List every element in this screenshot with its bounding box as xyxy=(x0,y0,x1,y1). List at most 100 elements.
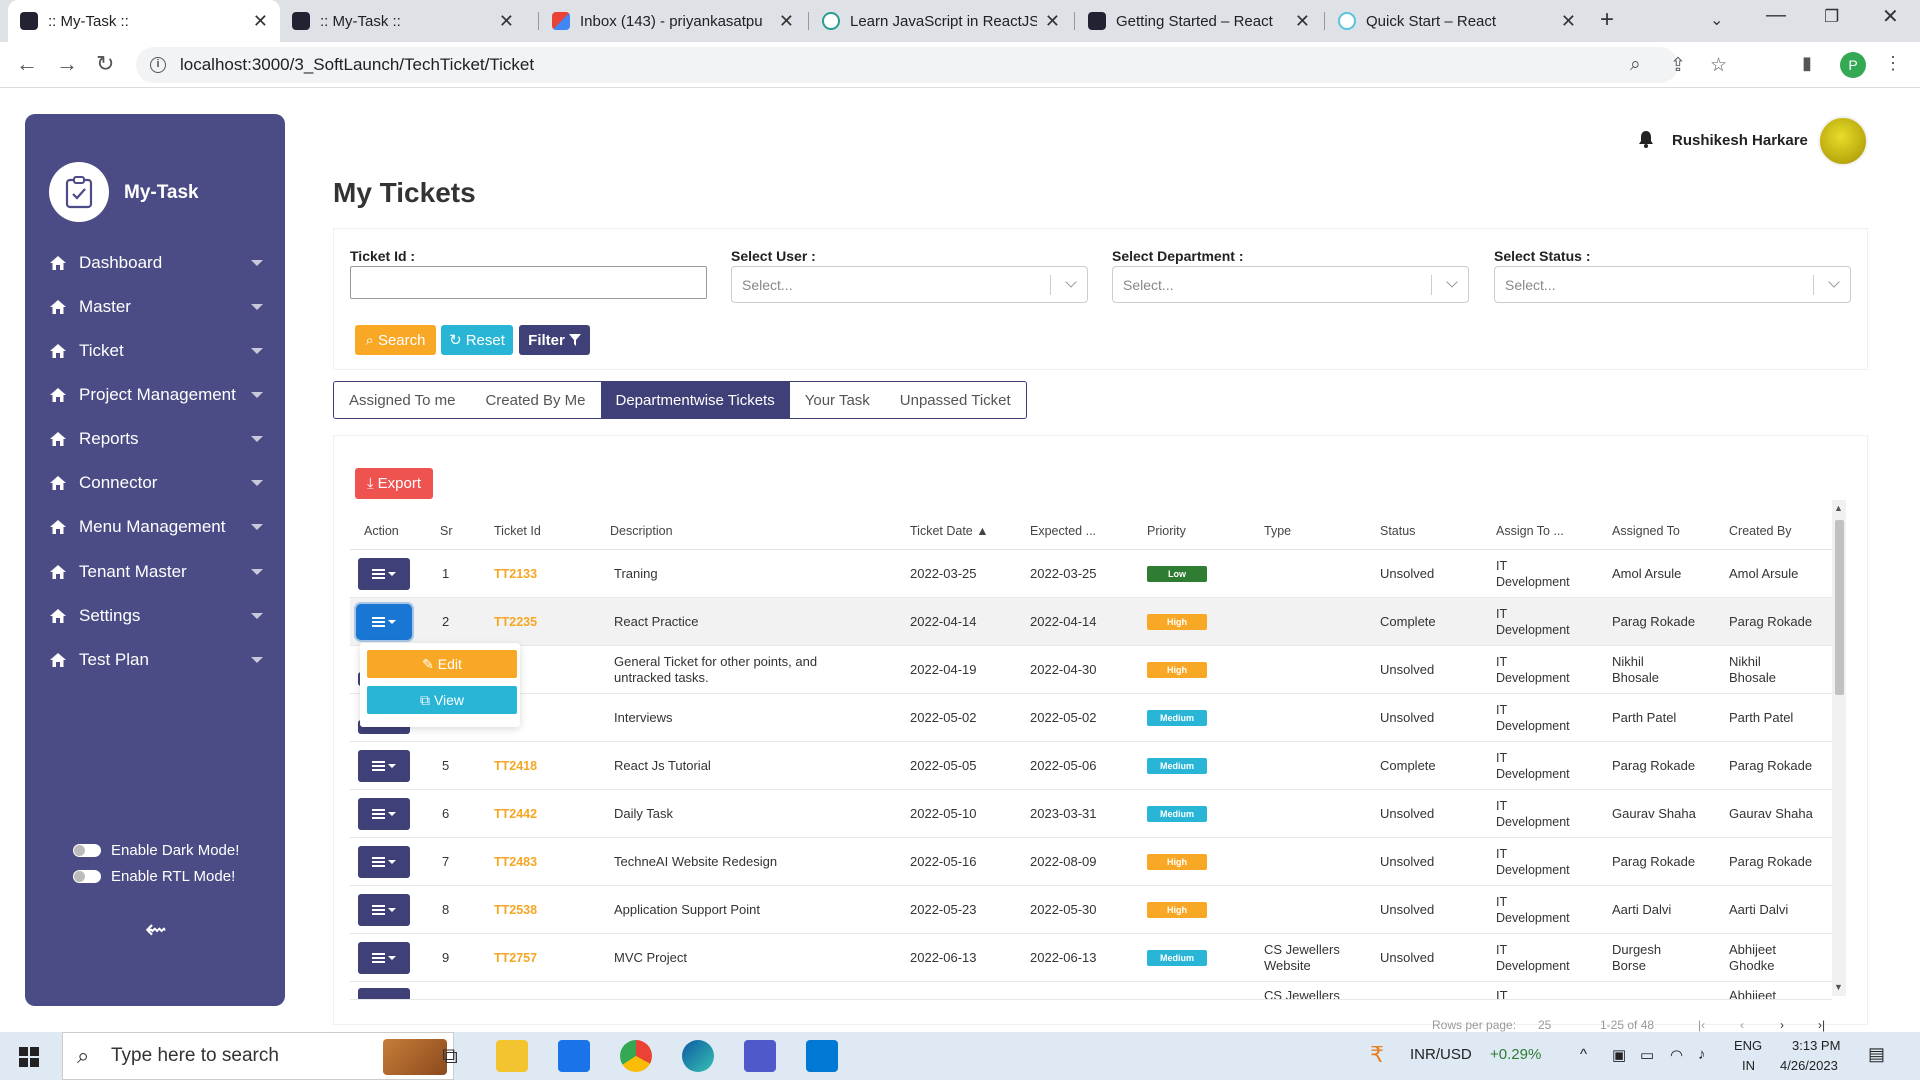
view-button[interactable]: ⧉ View xyxy=(367,686,517,714)
column-header[interactable]: Type xyxy=(1264,524,1291,538)
edit-button[interactable]: ✎ Edit xyxy=(367,650,517,678)
share-icon[interactable]: ⇪ xyxy=(1670,54,1686,77)
window-close-icon[interactable]: ✕ xyxy=(1882,4,1899,29)
row-action-button[interactable] xyxy=(358,798,410,830)
new-tab-icon[interactable]: + xyxy=(1600,6,1614,34)
row-action-button[interactable] xyxy=(358,606,410,638)
row-action-button[interactable] xyxy=(358,988,410,999)
tray-chevron-icon[interactable]: ^ xyxy=(1580,1046,1587,1063)
tab-created-by-me[interactable]: Created By Me xyxy=(470,382,600,418)
column-header[interactable]: Assigned To xyxy=(1612,524,1680,538)
dark-mode-toggle[interactable] xyxy=(73,844,101,857)
column-header[interactable]: Ticket Id xyxy=(494,524,541,538)
ticket-id-input[interactable] xyxy=(350,266,707,299)
rows-per-page-select[interactable]: 25 xyxy=(1538,1018,1551,1032)
close-tab-icon[interactable]: ✕ xyxy=(1045,11,1060,32)
clock-date[interactable]: 4/26/2023 xyxy=(1780,1058,1838,1073)
site-info-icon[interactable]: i xyxy=(150,57,166,73)
row-action-button[interactable] xyxy=(358,942,410,974)
notification-icon[interactable]: ▤ xyxy=(1868,1044,1885,1065)
column-header[interactable]: Description xyxy=(610,524,673,538)
bookmark-star-icon[interactable]: ☆ xyxy=(1710,54,1727,77)
taskbar-search[interactable]: ⌕ Type here to search xyxy=(62,1032,454,1080)
clock-time[interactable]: 3:13 PM xyxy=(1792,1038,1840,1053)
close-tab-icon[interactable]: ✕ xyxy=(779,11,794,32)
back-icon[interactable]: ← xyxy=(16,51,38,77)
cell-ticket-id[interactable]: TT2235 xyxy=(494,614,537,630)
scroll-up-icon[interactable]: ▲ xyxy=(1834,503,1843,513)
column-header[interactable]: Assign To ... xyxy=(1496,524,1564,538)
tab-your-task[interactable]: Your Task xyxy=(790,382,885,418)
minimize-icon[interactable]: — xyxy=(1766,4,1786,27)
first-page-icon[interactable]: |‹ xyxy=(1698,1018,1705,1032)
battery-icon[interactable]: ▭ xyxy=(1640,1046,1654,1064)
scroll-down-icon[interactable]: ▼ xyxy=(1834,982,1843,992)
rtl-mode-toggle[interactable] xyxy=(73,870,101,883)
sidebar-item-project-management[interactable]: Project Management xyxy=(49,380,263,410)
wifi-icon[interactable]: ◠ xyxy=(1670,1046,1683,1064)
sidebar-item-connector[interactable]: Connector xyxy=(49,468,263,498)
teams-icon[interactable] xyxy=(744,1040,776,1072)
close-tab-icon[interactable]: ✕ xyxy=(1561,11,1576,32)
column-header[interactable]: Expected ... xyxy=(1030,524,1096,538)
last-page-icon[interactable]: ›| xyxy=(1818,1018,1825,1032)
tab-assigned-to-me[interactable]: Assigned To me xyxy=(334,382,470,418)
maximize-icon[interactable]: ❐ xyxy=(1824,7,1839,27)
column-header[interactable]: Ticket Date ▲ xyxy=(910,524,989,538)
next-page-icon[interactable]: › xyxy=(1780,1018,1784,1032)
cell-ticket-id[interactable]: TT2418 xyxy=(494,758,537,774)
sidebar-item-menu-management[interactable]: Menu Management xyxy=(49,512,263,542)
tab-unpassed-ticket[interactable]: Unpassed Ticket xyxy=(885,382,1026,418)
bell-icon[interactable] xyxy=(1638,130,1654,148)
close-tab-icon[interactable]: ✕ xyxy=(499,11,514,32)
reload-icon[interactable]: ↻ xyxy=(96,51,114,77)
column-header[interactable]: Status xyxy=(1380,524,1415,538)
reset-button[interactable]: ↻ Reset xyxy=(441,325,513,355)
collapse-sidebar-icon[interactable]: ⇜ xyxy=(145,914,167,945)
tab-search-icon[interactable]: ⌄ xyxy=(1710,10,1723,30)
file-explorer-icon[interactable] xyxy=(496,1040,528,1072)
row-action-button[interactable] xyxy=(358,750,410,782)
url-bar[interactable]: i localhost:3000/3_SoftLaunch/TechTicket… xyxy=(136,47,1727,83)
browser-tab[interactable]: Learn JavaScript in ReactJS. ✕ xyxy=(810,0,1072,42)
cell-ticket-id[interactable]: TT2757 xyxy=(494,950,537,966)
filter-button[interactable]: Filter xyxy=(519,325,590,355)
browser-tab[interactable]: Getting Started – React ✕ xyxy=(1076,0,1322,42)
volume-icon[interactable]: ♪ xyxy=(1698,1046,1706,1063)
row-action-button[interactable] xyxy=(358,846,410,878)
sidebar-item-reports[interactable]: Reports xyxy=(49,424,263,454)
chrome-icon[interactable] xyxy=(620,1040,652,1072)
profile-avatar[interactable]: P xyxy=(1840,52,1866,78)
cell-ticket-id[interactable]: TT2442 xyxy=(494,806,537,822)
column-header[interactable]: Priority xyxy=(1147,524,1186,538)
status-select[interactable]: Select... xyxy=(1494,266,1851,303)
browser-menu-icon[interactable]: ⋮ xyxy=(1884,53,1902,74)
tab-departmentwise-tickets[interactable]: Departmentwise Tickets xyxy=(600,382,790,418)
sidebar-item-ticket[interactable]: Ticket xyxy=(49,336,263,366)
edge-icon[interactable] xyxy=(682,1040,714,1072)
close-tab-icon[interactable]: ✕ xyxy=(1295,11,1310,32)
forward-icon[interactable]: → xyxy=(56,51,78,77)
export-button[interactable]: ⤓ Export xyxy=(355,468,433,499)
column-header[interactable]: Created By xyxy=(1729,524,1792,538)
row-action-button[interactable] xyxy=(358,558,410,590)
language-code[interactable]: ENG xyxy=(1734,1038,1762,1053)
zoom-icon[interactable]: ⌕ xyxy=(1630,54,1641,76)
meet-icon[interactable]: ▣ xyxy=(1612,1046,1626,1064)
sidebar-item-test-plan[interactable]: Test Plan xyxy=(49,645,263,675)
task-view-icon[interactable]: ⧉ xyxy=(434,1040,466,1072)
sidebar-item-master[interactable]: Master xyxy=(49,292,263,322)
cell-ticket-id[interactable]: TT2538 xyxy=(494,902,537,918)
cell-ticket-id[interactable]: TT2133 xyxy=(494,566,537,582)
search-button[interactable]: ⌕ Search xyxy=(355,325,436,355)
sidebar-item-settings[interactable]: Settings xyxy=(49,601,263,631)
table-scrollbar-thumb[interactable] xyxy=(1835,520,1844,695)
browser-tab[interactable]: Inbox (143) - priyankasatpu ✕ xyxy=(540,0,806,42)
cell-ticket-id[interactable]: TT2483 xyxy=(494,854,537,870)
language-region[interactable]: IN xyxy=(1742,1058,1755,1073)
avatar[interactable] xyxy=(1818,116,1868,166)
prev-page-icon[interactable]: ‹ xyxy=(1740,1018,1744,1032)
browser-tab[interactable]: :: My-Task :: ✕ xyxy=(8,0,280,42)
browser-tab[interactable]: Quick Start – React ✕ xyxy=(1326,0,1588,42)
department-select[interactable]: Select... xyxy=(1112,266,1469,303)
